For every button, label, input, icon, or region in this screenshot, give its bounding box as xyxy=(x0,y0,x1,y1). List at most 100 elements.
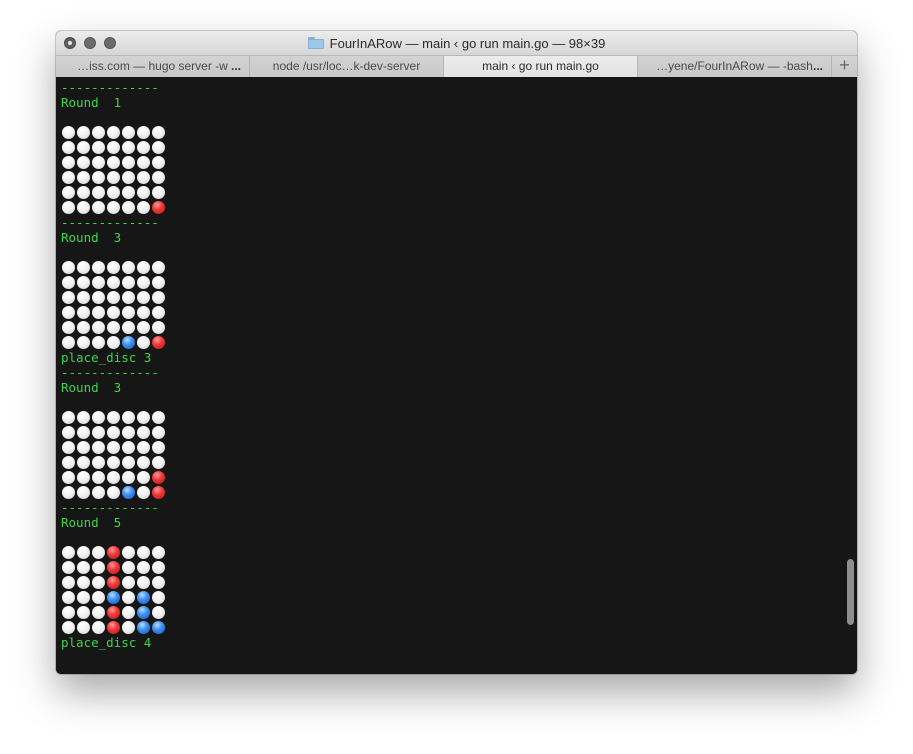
empty-slot xyxy=(122,141,135,154)
empty-slot xyxy=(77,591,90,604)
empty-slot xyxy=(92,201,105,214)
empty-slot xyxy=(122,591,135,604)
empty-slot xyxy=(92,156,105,169)
empty-slot xyxy=(77,126,90,139)
empty-slot xyxy=(152,261,165,274)
empty-slot xyxy=(92,321,105,334)
terminal-window: FourInARow — main ‹ go run main.go — 98×… xyxy=(56,31,857,674)
tab-go-run-main[interactable]: main ‹ go run main.go xyxy=(444,56,638,77)
empty-slot xyxy=(92,621,105,634)
empty-slot xyxy=(77,621,90,634)
blue-disc xyxy=(152,621,165,634)
empty-slot xyxy=(62,411,75,424)
empty-slot xyxy=(152,276,165,289)
empty-slot xyxy=(137,471,150,484)
empty-slot xyxy=(137,336,150,349)
empty-slot xyxy=(62,486,75,499)
empty-slot xyxy=(122,171,135,184)
empty-slot xyxy=(77,156,90,169)
empty-slot xyxy=(77,291,90,304)
empty-slot xyxy=(137,546,150,559)
round-label: Round 1 xyxy=(61,95,122,110)
empty-slot xyxy=(152,576,165,589)
empty-slot xyxy=(122,576,135,589)
empty-slot xyxy=(107,306,120,319)
empty-slot xyxy=(92,141,105,154)
empty-slot xyxy=(137,306,150,319)
tab-node-dev-server[interactable]: node /usr/loc…k-dev-server xyxy=(250,56,444,77)
empty-slot xyxy=(62,261,75,274)
empty-slot xyxy=(77,261,90,274)
empty-slot xyxy=(62,441,75,454)
new-tab-button[interactable]: + xyxy=(832,56,857,77)
empty-slot xyxy=(152,561,165,574)
empty-slot xyxy=(92,486,105,499)
empty-slot xyxy=(77,486,90,499)
empty-slot xyxy=(62,456,75,469)
red-disc xyxy=(152,336,165,349)
empty-slot xyxy=(152,606,165,619)
empty-slot xyxy=(122,156,135,169)
empty-slot xyxy=(77,546,90,559)
empty-slot xyxy=(62,471,75,484)
command-output-line: place_disc 4 xyxy=(61,635,152,650)
empty-slot xyxy=(92,576,105,589)
empty-slot xyxy=(107,411,120,424)
empty-slot xyxy=(137,486,150,499)
empty-slot xyxy=(107,141,120,154)
empty-slot xyxy=(77,186,90,199)
empty-slot xyxy=(77,441,90,454)
red-disc xyxy=(107,576,120,589)
tab-overflow-icon: ... xyxy=(230,59,241,73)
empty-slot xyxy=(77,606,90,619)
empty-slot xyxy=(122,261,135,274)
empty-slot xyxy=(92,306,105,319)
empty-slot xyxy=(122,456,135,469)
empty-slot xyxy=(152,591,165,604)
empty-slot xyxy=(77,276,90,289)
empty-slot xyxy=(152,321,165,334)
tab-hugo-server[interactable]: …iss.com — hugo server -w ... xyxy=(56,56,250,77)
empty-slot xyxy=(62,336,75,349)
empty-slot xyxy=(107,261,120,274)
empty-slot xyxy=(62,141,75,154)
blue-disc xyxy=(137,621,150,634)
empty-slot xyxy=(92,561,105,574)
empty-slot xyxy=(92,276,105,289)
empty-slot xyxy=(107,336,120,349)
empty-slot xyxy=(122,441,135,454)
empty-slot xyxy=(122,186,135,199)
empty-slot xyxy=(137,561,150,574)
folder-icon xyxy=(307,37,324,49)
red-disc xyxy=(107,546,120,559)
blue-disc xyxy=(137,591,150,604)
blue-disc xyxy=(107,591,120,604)
empty-slot xyxy=(107,156,120,169)
empty-slot xyxy=(122,546,135,559)
separator-line: ------------- xyxy=(61,365,159,380)
title-bar[interactable]: FourInARow — main ‹ go run main.go — 98×… xyxy=(56,31,857,55)
empty-slot xyxy=(107,171,120,184)
empty-slot xyxy=(122,621,135,634)
empty-slot xyxy=(152,141,165,154)
tab-overflow-icon: ... xyxy=(812,59,823,73)
empty-slot xyxy=(107,486,120,499)
empty-slot xyxy=(137,141,150,154)
empty-slot xyxy=(62,546,75,559)
empty-slot xyxy=(62,576,75,589)
tab-label: …yene/FourInARow — -bash xyxy=(656,59,813,73)
empty-slot xyxy=(62,606,75,619)
empty-slot xyxy=(77,576,90,589)
terminal-output[interactable]: ------------- Round 1 ------------- Round 3… xyxy=(56,77,857,674)
scrollbar-thumb[interactable] xyxy=(847,559,854,625)
empty-slot xyxy=(152,156,165,169)
empty-slot xyxy=(122,201,135,214)
empty-slot xyxy=(62,291,75,304)
empty-slot xyxy=(92,186,105,199)
empty-slot xyxy=(77,411,90,424)
tab-fourinarow-bash[interactable]: …yene/FourInARow — -bash ... xyxy=(638,56,832,77)
empty-slot xyxy=(92,126,105,139)
empty-slot xyxy=(137,201,150,214)
empty-slot xyxy=(137,126,150,139)
empty-slot xyxy=(92,171,105,184)
